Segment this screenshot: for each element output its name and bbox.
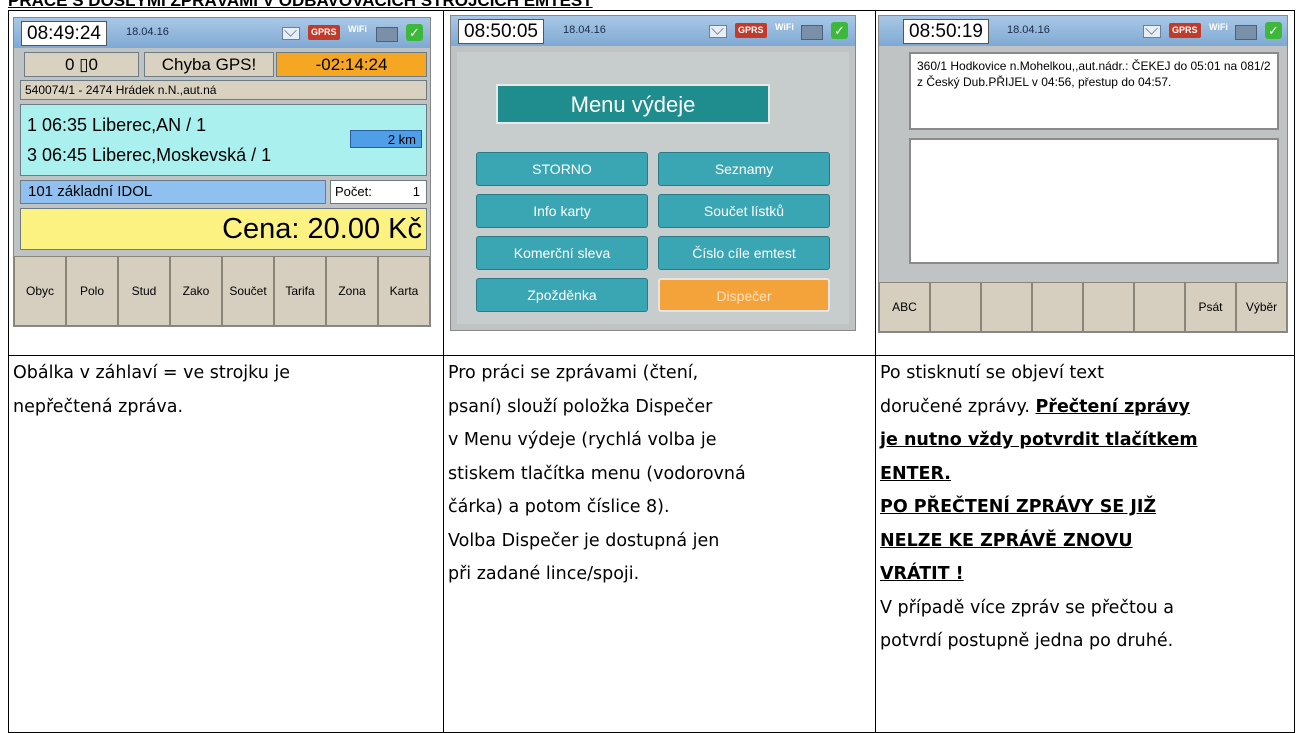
status-bar: 08:49:24 18.04.16 GPRS WiFi ✓	[14, 18, 430, 48]
warning-line: VRÁTIT !	[880, 564, 964, 584]
card-reader-icon	[376, 27, 398, 42]
fare-button-zako[interactable]: Zako	[170, 256, 222, 326]
menu-item-dispecer[interactable]: Dispečer	[658, 278, 830, 312]
warning-line: PO PŘEČTENÍ ZPRÁVY SE JIŽ	[880, 497, 1157, 517]
card-reader-icon	[1235, 25, 1257, 40]
wifi-icon: WiFi	[775, 22, 794, 32]
desc-line: nepřečtená zpráva.	[13, 396, 184, 417]
menu-title: Menu výdeje	[496, 84, 770, 124]
gprs-icon: GPRS	[308, 25, 340, 40]
fare-button-polo[interactable]: Polo	[66, 256, 118, 326]
gprs-icon: GPRS	[1169, 23, 1201, 38]
tariff-selector[interactable]: 101 základní IDOL	[20, 180, 326, 204]
check-icon: ✓	[406, 24, 423, 41]
description-cell-2: Pro práci se zprávami (čtení, psaní) slo…	[443, 355, 876, 733]
clock: 08:50:19	[903, 19, 989, 44]
wifi-icon: WiFi	[1209, 22, 1228, 32]
message-button-row: ABC Psát Výběr	[879, 282, 1287, 332]
blank-button-4[interactable]	[1083, 282, 1134, 332]
desc-line: doručené zprávy. Přečtení zprávy	[880, 391, 1290, 425]
write-button[interactable]: Psát	[1185, 282, 1236, 332]
abc-button[interactable]: ABC	[879, 282, 930, 332]
clock: 08:49:24	[21, 21, 107, 46]
blank-button-5[interactable]	[1134, 282, 1185, 332]
instruction-table: 08:49:24 18.04.16 GPRS WiFi ✓ 0 ▯0 Chyba…	[8, 10, 1295, 733]
ticket-counter: 0 ▯0	[24, 52, 139, 77]
fare-button-obyc[interactable]: Obyc	[14, 256, 66, 326]
blank-button-2[interactable]	[981, 282, 1032, 332]
card-button[interactable]: Karta	[378, 256, 430, 326]
route-label: 540074/1 - 2474 Hrádek n.N.,aut.ná	[20, 80, 427, 100]
blank-button-1[interactable]	[930, 282, 981, 332]
menu-item-soucet-listku[interactable]: Součet lístků	[658, 194, 830, 228]
desc-line: V případě více zpráv se přečtou a	[880, 597, 1174, 618]
wifi-icon: WiFi	[348, 24, 367, 34]
desc-line: Pro práci se zprávami (čtení,	[448, 363, 699, 383]
menu-item-komercni-sleva[interactable]: Komerční sleva	[476, 236, 648, 270]
status-bar: 08:50:05 18.04.16 GPRS WiFi ✓	[451, 16, 855, 46]
zone-button[interactable]: Zona	[326, 256, 378, 326]
price-display: Cena: 20.00 Kč	[20, 208, 427, 250]
envelope-icon	[282, 27, 300, 40]
reply-input[interactable]	[909, 138, 1279, 264]
menu-item-storno[interactable]: STORNO	[476, 152, 648, 186]
date: 18.04.16	[126, 26, 169, 38]
sum-button[interactable]: Součet	[222, 256, 274, 326]
fare-button-row: Obyc Polo Stud Zako Součet Tarifa Zona K…	[14, 256, 430, 326]
warning-line: ENTER.	[880, 463, 951, 484]
envelope-icon	[709, 25, 727, 38]
gps-status: Chyba GPS!	[144, 52, 274, 77]
envelope-icon	[1143, 25, 1161, 38]
fare-button-stud[interactable]: Stud	[118, 256, 170, 326]
message-text: 360/1 Hodkovice n.Mohelkou,,aut.nádr.: Č…	[909, 52, 1279, 130]
desc-line: při zadané lince/spoji.	[448, 564, 640, 584]
distance-badge: 2 km	[350, 130, 422, 148]
desc-line: Obálka v záhlaví = ve strojku je	[13, 363, 291, 383]
check-icon: ✓	[831, 22, 848, 39]
count-value: 1	[412, 184, 420, 199]
menu-frame: Menu výdeje STORNO Seznamy Info karty So…	[457, 52, 849, 324]
warning-line: NELZE KE ZPRÁVĚ ZNOVU	[880, 530, 1133, 551]
desc-line: Po stisknutí se objeví text	[880, 363, 1104, 383]
device-screen-main: 08:49:24 18.04.16 GPRS WiFi ✓ 0 ▯0 Chyba…	[13, 17, 431, 327]
desc-line: potvrdí postupně jedna po druhé.	[880, 631, 1174, 651]
device-screen-menu: 08:50:05 18.04.16 GPRS WiFi ✓ Menu výdej…	[450, 15, 856, 331]
device-screen-message: 08:50:19 18.04.16 GPRS WiFi ✓ 360/1 Hodk…	[878, 15, 1288, 333]
menu-item-info-karty[interactable]: Info karty	[476, 194, 648, 228]
gprs-icon: GPRS	[735, 23, 767, 38]
screenshot-cell-3: 08:50:19 18.04.16 GPRS WiFi ✓ 360/1 Hodk…	[875, 10, 1295, 356]
tariff-button[interactable]: Tarifa	[274, 256, 326, 326]
stop-from[interactable]: 1 06:35 Liberec,AN / 1	[27, 115, 206, 136]
ticket-count[interactable]: Počet: 1	[330, 180, 427, 204]
warning-text: Přečtení zprávy	[1035, 396, 1190, 417]
desc-line: v Menu výdeje (rychlá volba je	[448, 430, 717, 450]
blank-button-3[interactable]	[1032, 282, 1083, 332]
desc-line: stiskem tlačítka menu (vodorovná	[448, 463, 746, 484]
menu-item-seznamy[interactable]: Seznamy	[658, 152, 830, 186]
warning-line: je nutno vždy potvrdit tlačítkem	[880, 430, 1198, 450]
screenshot-cell-1: 08:49:24 18.04.16 GPRS WiFi ✓ 0 ▯0 Chyba…	[8, 10, 444, 356]
clock: 08:50:05	[458, 19, 544, 44]
check-icon: ✓	[1265, 22, 1282, 39]
description-cell-1: Obálka v záhlaví = ve strojku je nepřečt…	[8, 355, 444, 733]
menu-item-zpozdenka[interactable]: Zpožděnka	[476, 278, 648, 312]
count-label: Počet:	[335, 184, 372, 199]
card-reader-icon	[801, 25, 823, 40]
description-cell-3: Po stisknutí se objeví text doručené zpr…	[875, 355, 1295, 733]
desc-line: čárka) a potom číslice 8).	[448, 497, 670, 517]
desc-line: psaní) slouží položka Dispečer	[448, 396, 713, 417]
stop-to[interactable]: 3 06:45 Liberec,Moskevská / 1	[27, 145, 271, 166]
stops-panel: 1 06:35 Liberec,AN / 1 2 km 3 06:45 Libe…	[20, 104, 427, 176]
status-bar: 08:50:19 18.04.16 GPRS WiFi ✓	[879, 16, 1287, 46]
date: 18.04.16	[1007, 24, 1050, 36]
time-offset: -02:14:24	[276, 52, 427, 77]
menu-item-cislo-cile[interactable]: Číslo cíle emtest	[658, 236, 830, 270]
select-button[interactable]: Výběr	[1236, 282, 1287, 332]
desc-text: doručené zprávy.	[880, 396, 1030, 417]
desc-line: Volba Dispečer je dostupná jen	[448, 530, 720, 551]
date: 18.04.16	[563, 24, 606, 36]
screenshot-cell-2: 08:50:05 18.04.16 GPRS WiFi ✓ Menu výdej…	[443, 10, 876, 356]
